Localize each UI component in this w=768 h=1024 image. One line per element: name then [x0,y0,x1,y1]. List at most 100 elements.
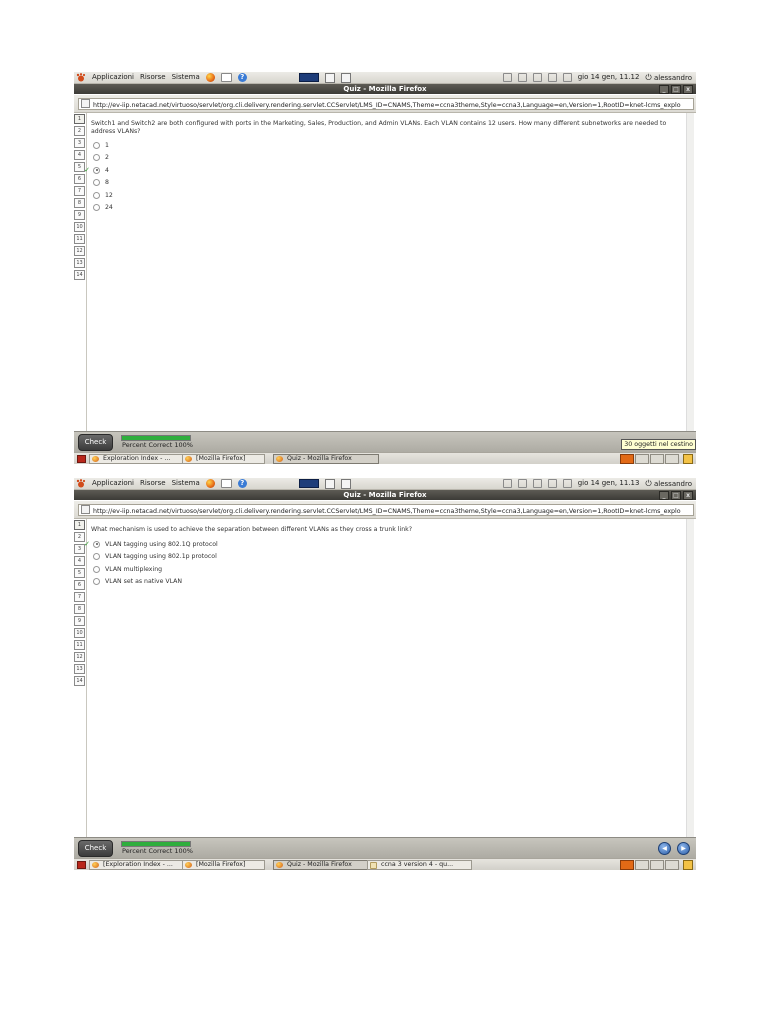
question-number-button[interactable]: 2 [74,126,85,136]
network-icon[interactable] [547,73,557,82]
previous-question-button[interactable]: ◀ [658,842,671,855]
battery-icon[interactable] [532,479,542,488]
workspace-4[interactable] [665,860,679,870]
system-monitor-icon[interactable] [298,479,319,488]
question-number-button[interactable]: 10 [74,222,85,232]
question-number-button[interactable]: 8 [74,604,85,614]
bluetooth-icon[interactable] [517,73,527,82]
power-icon[interactable]: ⏻ [645,73,651,82]
applet-icon[interactable] [340,478,351,489]
firefox-launcher-icon[interactable] [205,479,215,488]
show-desktop-icon[interactable] [77,455,86,463]
menu-system[interactable]: Sistema [172,478,200,489]
check-button[interactable]: Check [78,840,113,857]
gnome-foot-icon[interactable] [76,479,86,488]
mail-launcher-icon[interactable] [220,479,232,488]
answer-radio[interactable] [93,565,100,573]
task-mozilla-firefox[interactable]: [Mozilla Firefox] [182,860,265,870]
volume-icon[interactable] [562,479,572,488]
close-button[interactable]: x [683,491,693,500]
gnome-foot-icon[interactable] [76,73,86,82]
clock[interactable]: gio 14 gen, 11.13 [578,478,640,489]
answer-radio[interactable] [93,540,100,548]
workspace-3[interactable] [650,860,664,870]
system-monitor-icon[interactable] [298,73,319,82]
help-launcher-icon[interactable]: ? [237,479,247,488]
url-field[interactable]: http://ev-iip.netacad.net/virtuoso/servl… [78,98,694,110]
question-number-button[interactable]: 14 [74,676,85,686]
workspace-4[interactable] [665,454,679,464]
user-name[interactable]: alessandro [654,480,692,488]
bluetooth-icon[interactable] [517,479,527,488]
workspace-2[interactable] [635,454,649,464]
answer-radio[interactable] [93,166,100,174]
question-number-button[interactable]: 1 [74,114,85,124]
answer-option[interactable]: 2 [83,152,113,165]
answer-radio[interactable] [93,191,100,199]
task-exploration-index[interactable]: [Exploration Index - ... [89,860,192,870]
question-number-button[interactable]: 14 [74,270,85,280]
power-icon[interactable]: ⏻ [645,479,651,488]
scrollbar[interactable] [686,519,694,837]
answer-option[interactable]: VLAN tagging using 802.1p protocol [83,551,218,564]
question-number-button[interactable]: 11 [74,640,85,650]
workspace-1[interactable] [620,860,634,870]
question-number-button[interactable]: 9 [74,616,85,626]
clock[interactable]: gio 14 gen, 11.12 [578,72,640,83]
answer-radio[interactable] [93,141,100,149]
answer-option[interactable]: 12 [83,189,113,202]
firefox-launcher-icon[interactable] [205,73,215,82]
trash-icon[interactable] [683,860,693,870]
menu-applications[interactable]: Applicazioni [92,72,134,83]
answer-option[interactable]: VLAN set as native VLAN [83,576,218,589]
question-number-button[interactable]: 12 [74,246,85,256]
workspace-1[interactable] [620,454,634,464]
question-number-button[interactable]: 13 [74,664,85,674]
mail-tray-icon[interactable] [502,479,512,488]
next-question-button[interactable]: ▶ [677,842,690,855]
question-number-button[interactable]: 10 [74,628,85,638]
url-field[interactable]: http://ev-iip.netacad.net/virtuoso/servl… [78,504,694,516]
question-number-button[interactable]: 12 [74,652,85,662]
trash-icon[interactable] [683,454,693,464]
mail-tray-icon[interactable] [502,73,512,82]
volume-icon[interactable] [562,73,572,82]
window-titlebar[interactable]: Quiz - Mozilla Firefox _ □ x [74,490,696,500]
answer-option[interactable]: ✓ 4 [83,164,113,177]
applet-icon[interactable] [324,478,335,489]
answer-option[interactable]: ✓ VLAN tagging using 802.1Q protocol [83,538,218,551]
applet-icon[interactable] [324,72,335,83]
answer-option[interactable]: 24 [83,202,113,215]
network-icon[interactable] [547,479,557,488]
mail-launcher-icon[interactable] [220,73,232,82]
question-number-button[interactable]: 13 [74,258,85,268]
answer-option[interactable]: VLAN multiplexing [83,563,218,576]
battery-icon[interactable] [532,73,542,82]
show-desktop-icon[interactable] [77,861,86,869]
answer-option[interactable]: 1 [83,139,113,152]
task-quiz[interactable]: Quiz - Mozilla Firefox [273,454,379,464]
question-number-button[interactable]: 7 [74,592,85,602]
minimize-button[interactable]: _ [659,85,669,94]
scrollbar[interactable] [686,113,694,431]
answer-radio[interactable] [93,154,100,162]
answer-option[interactable]: 8 [83,177,113,190]
site-identity-icon[interactable] [81,505,90,514]
applet-icon[interactable] [340,72,351,83]
answer-radio[interactable] [93,553,100,561]
task-exploration-index[interactable]: Exploration Index - ... [89,454,184,464]
menu-applications[interactable]: Applicazioni [92,478,134,489]
workspace-3[interactable] [650,454,664,464]
minimize-button[interactable]: _ [659,491,669,500]
question-number-button[interactable]: 11 [74,234,85,244]
user-name[interactable]: alessandro [654,74,692,82]
maximize-button[interactable]: □ [671,85,681,94]
task-ccna-document[interactable]: ccna 3 version 4 - qu... [367,860,472,870]
answer-radio[interactable] [93,578,100,586]
answer-radio[interactable] [93,204,100,212]
workspace-2[interactable] [635,860,649,870]
maximize-button[interactable]: □ [671,491,681,500]
check-button[interactable]: Check [78,434,113,451]
menu-places[interactable]: Risorse [140,478,166,489]
answer-radio[interactable] [93,179,100,187]
